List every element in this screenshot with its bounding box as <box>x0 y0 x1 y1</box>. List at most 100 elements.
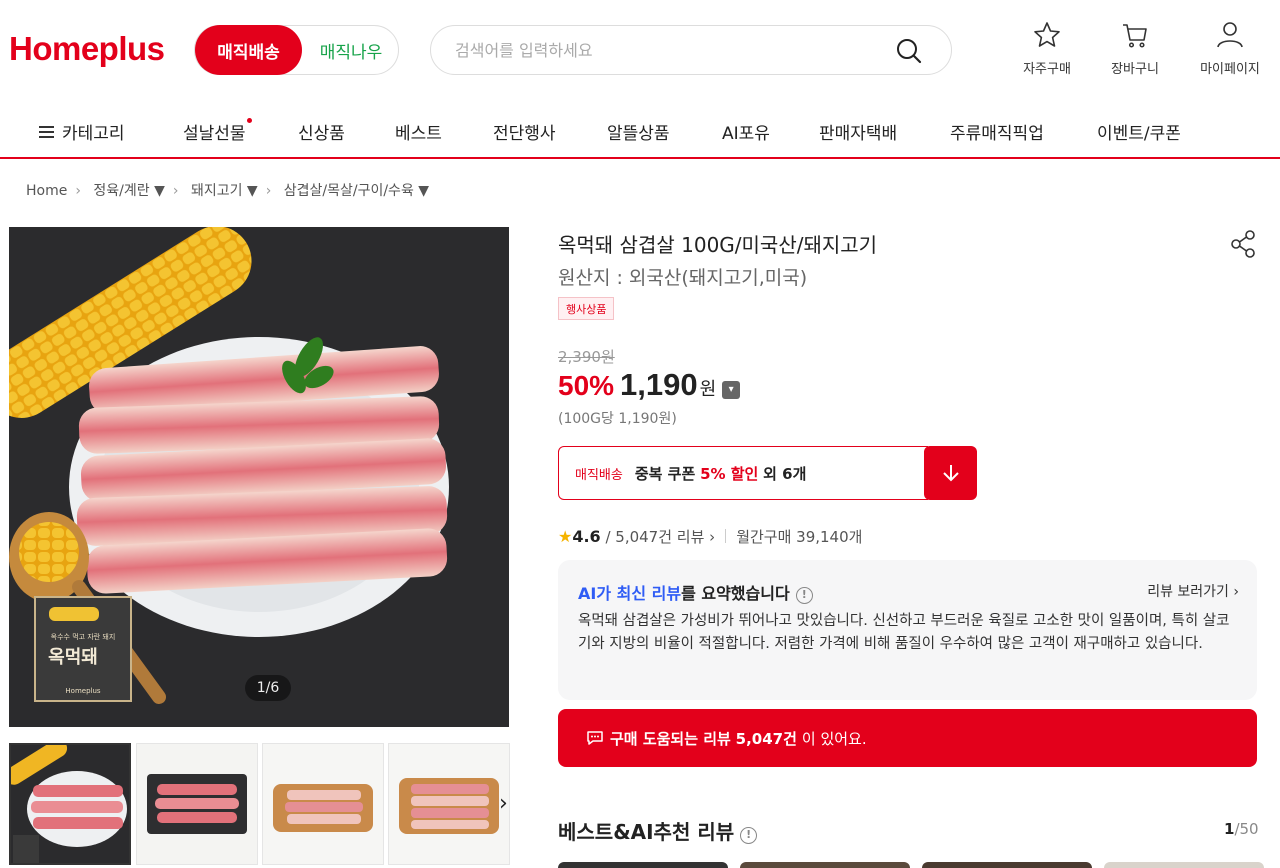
menu-icon <box>39 126 54 138</box>
coupon-tag: 매직배송 <box>575 467 623 483</box>
frequent-purchase-button[interactable]: 자주구매 <box>1007 20 1087 77</box>
ai-summary-title-rest: 를 요약했습니다 <box>681 584 790 603</box>
thumbnail-1[interactable] <box>9 743 131 865</box>
chevron-right-icon: › <box>704 528 716 546</box>
thumbnail-image <box>389 744 509 864</box>
nav-item-seller-delivery[interactable]: 판매자택배 <box>819 119 897 144</box>
chevron-right-icon: › <box>1228 584 1239 600</box>
promo-badge: 행사상품 <box>558 297 615 320</box>
nav-item-flyer[interactable]: 전단행사 <box>493 119 556 144</box>
currency: 원 <box>699 379 717 400</box>
review-pager: 1/50 <box>1224 820 1259 838</box>
coupon-count: 외 6개 <box>763 464 807 483</box>
coupon-download-button[interactable] <box>924 446 977 500</box>
okmeokdwae-package: 옥수수 먹고 자란 돼지 옥먹돼 Homeplus <box>34 596 132 702</box>
main-nav: 카테고리 설날선물 신상품 베스트 전단행사 알뜰상품 AI포유 판매자택배 주… <box>0 100 1280 159</box>
homeplus-logo[interactable]: Homeplus <box>9 30 165 68</box>
coupon-box: 매직배송 중복 쿠폰 5% 할인 외 6개 <box>558 446 928 500</box>
price-info-icon[interactable]: ▾ <box>722 381 741 399</box>
review-card-3[interactable] <box>922 862 1092 868</box>
nav-label: 설날선물 <box>183 124 246 144</box>
frequent-purchase-label: 자주구매 <box>1023 62 1071 77</box>
star-icon: ★ <box>558 527 573 546</box>
mypage-button[interactable]: 마이페이지 <box>1190 20 1270 77</box>
nav-item-bargain[interactable]: 알뜰상품 <box>607 119 670 144</box>
mypage-label: 마이페이지 <box>1200 62 1260 77</box>
review-card-2[interactable] <box>740 862 910 868</box>
ai-review-summary: AI가 최신 리뷰를 요약했습니다! 리뷰 보러가기 › 옥먹돼 삼겹살은 가성… <box>558 560 1257 700</box>
monthly-purchase: 월간구매 39,140개 <box>736 528 863 546</box>
info-icon[interactable]: ! <box>795 587 813 604</box>
delivery-toggle: 매직배송 매직나우 <box>194 25 399 75</box>
cart-button[interactable]: 장바구니 <box>1095 20 1175 77</box>
helpful-reviews-count: 5,047건 <box>735 729 797 748</box>
cart-icon <box>1123 24 1147 48</box>
coupon-discount: 5% 할인 <box>700 464 759 483</box>
thumbnail-image <box>137 744 257 864</box>
breadcrumb-home[interactable]: Home <box>26 183 67 199</box>
share-icon[interactable] <box>1229 229 1257 259</box>
helpful-reviews-suffix: 이 있어요. <box>801 729 867 748</box>
arrow-down-icon <box>942 465 959 482</box>
go-to-reviews-link[interactable]: 리뷰 보러가기 › <box>1147 581 1239 601</box>
review-card-4[interactable] <box>1104 862 1264 868</box>
review-card-1[interactable] <box>558 862 728 868</box>
search-bar <box>430 25 952 75</box>
image-counter: 1/6 <box>245 675 291 701</box>
sale-price: 1,190 <box>620 367 698 402</box>
breadcrumb-pork[interactable]: 돼지고기 ▼ <box>191 183 258 199</box>
pork-belly-photo: 옥수수 먹고 자란 돼지 옥먹돼 Homeplus <box>9 227 509 727</box>
chevron-right-icon[interactable]: › <box>499 791 508 816</box>
nav-item-liquor-pickup[interactable]: 주류매직픽업 <box>950 119 1044 144</box>
search-icon[interactable] <box>895 37 923 65</box>
nav-item-best[interactable]: 베스트 <box>395 119 442 144</box>
star-icon <box>1034 22 1060 47</box>
ai-summary-title-highlight: AI가 최신 리뷰 <box>578 584 682 603</box>
breadcrumb: Home › 정육/계란 ▼ › 돼지고기 ▼ › 삼겹살/목살/구이/수육 ▼ <box>26 180 437 200</box>
product-title: 옥먹돼 삼겹살 100G/미국산/돼지고기 <box>558 233 878 257</box>
thumbnail-image <box>11 745 129 863</box>
price-row: 50% 1,190 원 ▾ <box>558 367 741 403</box>
search-input[interactable] <box>455 38 885 62</box>
package-sub: 옥수수 먹고 자란 돼지 <box>51 632 116 641</box>
ai-summary-text: 옥먹돼 삼겹살은 가성비가 뛰어나고 맛있습니다. 신선하고 부드러운 육질로 … <box>578 613 1230 652</box>
thumbnail-image <box>263 744 383 864</box>
thumbnail-3[interactable] <box>262 743 384 865</box>
magic-now-tab[interactable]: 매직나우 <box>303 26 399 74</box>
discount-rate: 50% <box>558 370 615 401</box>
breadcrumb-pork-belly[interactable]: 삼겹살/목살/구이/수육 ▼ <box>284 183 429 199</box>
best-reviews-title: 베스트&AI추천 리뷰! <box>558 816 758 845</box>
category-menu[interactable]: 카테고리 <box>39 119 125 144</box>
header: Homeplus 매직배송 매직나우 자주구매 장바구니 마이페이지 <box>0 0 1280 100</box>
pager-current: 1 <box>1224 820 1235 838</box>
pager-total: /50 <box>1234 820 1259 838</box>
breadcrumb-meat[interactable]: 정육/계란 ▼ <box>93 183 164 199</box>
thumbnail-2[interactable] <box>136 743 258 865</box>
coupon-banner[interactable]: 매직배송 중복 쿠폰 5% 할인 외 6개 <box>558 446 977 500</box>
helpful-reviews-button[interactable]: 구매 도움되는 리뷰 5,047건 이 있어요. <box>558 709 1257 767</box>
package-brand: Homeplus <box>65 687 100 695</box>
nav-item-event-coupon[interactable]: 이벤트/쿠폰 <box>1097 119 1181 144</box>
chat-bubble-icon <box>587 731 603 745</box>
info-icon[interactable]: ! <box>740 827 758 844</box>
helpful-reviews-prefix: 구매 도움되는 리뷰 <box>610 729 731 748</box>
package-title: 옥먹돼 <box>48 647 98 668</box>
magic-delivery-tab[interactable]: 매직배송 <box>195 25 302 75</box>
thumbnail-4[interactable] <box>388 743 510 865</box>
product-main-image[interactable]: 옥수수 먹고 자란 돼지 옥먹돼 Homeplus 1/6 <box>9 227 509 727</box>
nav-item-seollal-gift[interactable]: 설날선물 <box>183 118 252 144</box>
best-reviews-label: 베스트&AI추천 리뷰 <box>558 820 735 844</box>
rating-row: ★4.6 / 5,047건 리뷰 › 월간구매 39,140개 <box>558 527 863 546</box>
cart-label: 장바구니 <box>1111 62 1159 77</box>
review-count-link[interactable]: 5,047건 리뷰 <box>615 528 704 546</box>
nav-item-ai-for-you[interactable]: AI포유 <box>722 119 770 144</box>
chevron-right-icon: › <box>265 183 272 199</box>
coupon-text: 중복 쿠폰 <box>634 464 696 483</box>
go-to-reviews-label: 리뷰 보러가기 <box>1147 584 1229 600</box>
product-origin: 원산지 : 외국산(돼지고기,미국) <box>558 267 808 289</box>
ai-summary-title: AI가 최신 리뷰를 요약했습니다! <box>578 580 813 604</box>
nav-item-new[interactable]: 신상품 <box>298 119 345 144</box>
chevron-right-icon: › <box>75 183 81 199</box>
chevron-right-icon: › <box>172 183 179 199</box>
original-price: 2,390원 <box>558 348 615 366</box>
